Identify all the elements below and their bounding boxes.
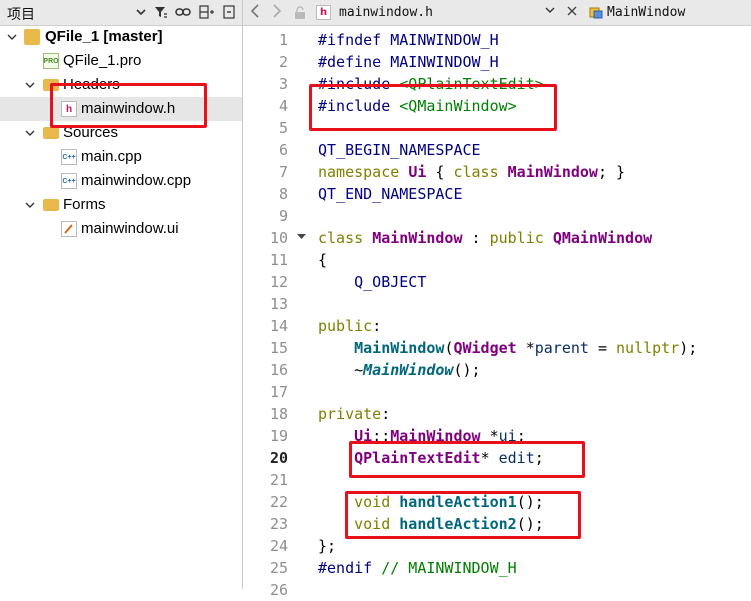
code-line[interactable]: public:: [318, 315, 381, 337]
line-number: 22: [269, 493, 288, 511]
line-number: 26: [269, 581, 288, 599]
line-number: 21: [269, 471, 288, 489]
chevron-down-icon[interactable]: [6, 31, 18, 43]
highlight-box: [50, 83, 207, 128]
folder-icon: [43, 127, 59, 139]
code-line[interactable]: Q_OBJECT: [318, 271, 426, 293]
line-number: 5: [278, 119, 288, 137]
line-number: 25: [269, 559, 288, 577]
tree-item-forms[interactable]: Forms: [0, 193, 242, 217]
code-line[interactable]: {: [318, 249, 327, 271]
line-number: 7: [278, 163, 288, 181]
lock-icon: [294, 5, 306, 24]
line-number: 17: [269, 383, 288, 401]
highlight-box: [345, 491, 581, 539]
code-line[interactable]: #ifndef MAINWINDOW_H: [318, 29, 499, 51]
code-line[interactable]: QT_BEGIN_NAMESPACE: [318, 139, 481, 161]
project-pane: 项目 QFile_1 [master] PRO QFile_1.pro Head…: [0, 0, 242, 589]
tree-item-project[interactable]: QFile_1 [master]: [0, 25, 242, 49]
link-icon[interactable]: [175, 4, 191, 20]
tree-item-label: QFile_1.pro: [63, 52, 142, 69]
code-line[interactable]: ~MainWindow();: [318, 359, 480, 381]
line-number-gutter: 1 2 3 4 5 6 7 8 9 10 11 12 13 14 15 16 17 18 19 20 21 22 23 24 2…: [243, 26, 306, 599]
code-line[interactable]: #define MAINWINDOW_H: [318, 51, 499, 73]
line-number: 13: [269, 295, 288, 313]
tree-item-label: main.cpp: [81, 148, 142, 165]
code-line[interactable]: class MainWindow : public QMainWindow: [318, 227, 652, 249]
tree-item-label: QFile_1 [master]: [45, 28, 163, 45]
ui-file-icon: [61, 221, 77, 237]
highlight-box: [309, 84, 557, 131]
dropdown-icon[interactable]: [133, 4, 149, 20]
project-pane-toolbar: 项目: [0, 0, 242, 26]
header-file-icon: h: [316, 5, 331, 20]
line-number: 14: [269, 317, 288, 335]
fold-marker-icon[interactable]: [297, 232, 306, 244]
forward-icon[interactable]: [272, 3, 282, 23]
line-number: 12: [269, 273, 288, 291]
line-number: 11: [269, 251, 288, 269]
tree-item-mainwindow-cpp[interactable]: C++ mainwindow.cpp: [0, 169, 242, 193]
line-number: 20: [269, 449, 288, 467]
line-number: 23: [269, 515, 288, 533]
tree-item-pro-file[interactable]: PRO QFile_1.pro: [0, 49, 242, 73]
line-number: 15: [269, 339, 288, 357]
cpp-file-icon: C++: [61, 173, 77, 189]
line-number: 4: [278, 97, 288, 115]
project-icon: [24, 29, 40, 45]
code-line[interactable]: MainWindow(QWidget *parent = nullptr);: [318, 337, 697, 359]
line-number: 10: [269, 229, 288, 247]
cpp-file-icon: C++: [61, 149, 77, 165]
code-line[interactable]: QT_END_NAMESPACE: [318, 183, 463, 205]
folder-icon: [43, 199, 59, 211]
chevron-down-icon[interactable]: [545, 5, 555, 18]
code-line[interactable]: namespace Ui { class MainWindow; }: [318, 161, 625, 183]
line-number: 16: [269, 361, 288, 379]
tree-item-label: mainwindow.ui: [81, 220, 179, 237]
pro-file-icon: PRO: [43, 53, 59, 69]
class-symbol-icon: [589, 5, 604, 20]
filter-icon[interactable]: [153, 4, 169, 20]
chevron-down-icon[interactable]: [24, 79, 36, 91]
line-number: 19: [269, 427, 288, 445]
editor-toolbar: h mainwindow.h MainWindow: [243, 0, 751, 26]
code-line[interactable]: private:: [318, 403, 390, 425]
split-icon[interactable]: [199, 4, 215, 20]
project-pane-title: 项目: [7, 7, 35, 23]
tree-item-label: Forms: [63, 196, 106, 213]
close-document-icon[interactable]: [566, 3, 578, 23]
line-number: 3: [278, 75, 288, 93]
tree-item-mainwindow-ui[interactable]: mainwindow.ui: [0, 217, 242, 241]
code-line[interactable]: };: [318, 535, 336, 557]
code-line[interactable]: #endif // MAINWINDOW_H: [318, 557, 517, 579]
close-pane-icon[interactable]: [221, 4, 237, 20]
line-number: 24: [269, 537, 288, 555]
chevron-down-icon[interactable]: [24, 199, 36, 211]
back-icon[interactable]: [250, 3, 260, 23]
line-number: 2: [278, 53, 288, 71]
chevron-down-icon[interactable]: [24, 127, 36, 139]
line-number: 9: [278, 207, 288, 225]
tree-item-label: mainwindow.cpp: [81, 172, 192, 189]
tree-item-main-cpp[interactable]: C++ main.cpp: [0, 145, 242, 169]
line-number: 8: [278, 185, 288, 203]
line-number: 18: [269, 405, 288, 423]
highlight-box: [349, 441, 585, 478]
line-number: 1: [278, 31, 288, 49]
open-document-name[interactable]: mainwindow.h: [339, 5, 433, 20]
line-number: 6: [278, 141, 288, 159]
symbol-selector[interactable]: MainWindow: [607, 5, 685, 20]
